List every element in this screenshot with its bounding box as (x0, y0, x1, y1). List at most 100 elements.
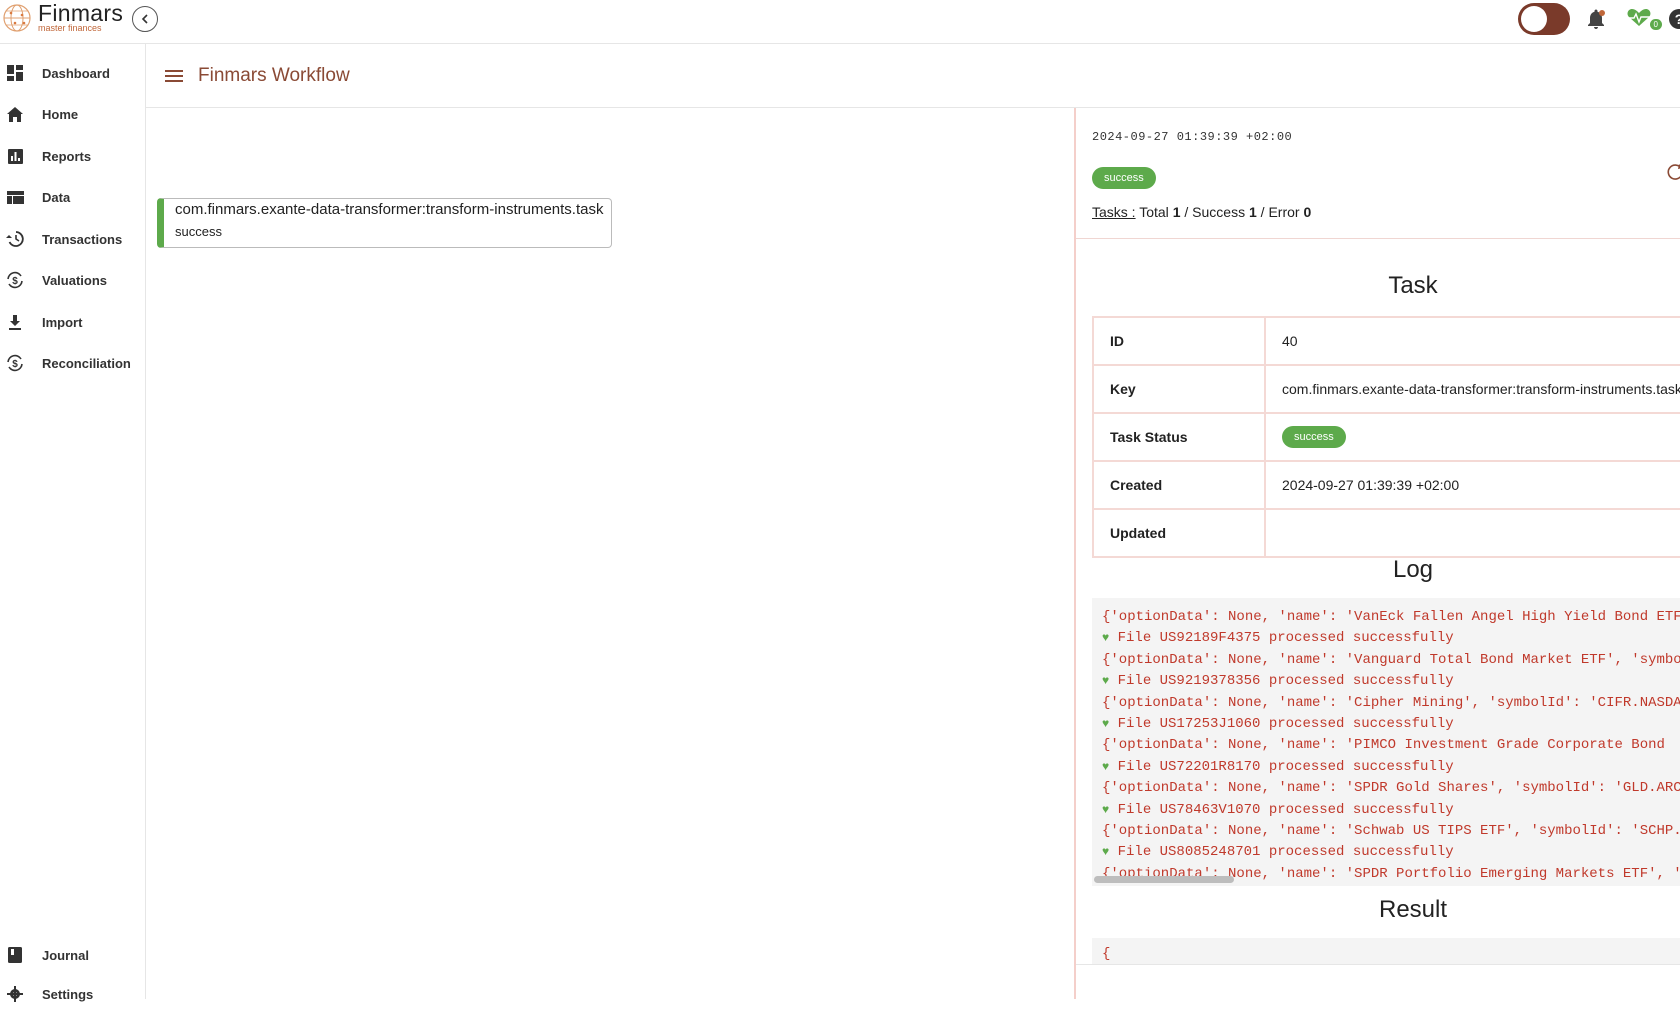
log-line-text: File US72201R8170 processed successfully (1117, 758, 1454, 775)
task-details-table: ID 40 Key com.finmars.exante-data-transf… (1092, 316, 1680, 558)
field-label: Task Status (1092, 412, 1266, 462)
log-line: ♥ File US8085248701 processed successful… (1102, 842, 1680, 863)
green-heart-icon: ♥ (1102, 845, 1110, 860)
log-line: {'optionData': None, 'name': 'PIMCO Inve… (1102, 737, 1665, 754)
workflow-task-node[interactable]: com.finmars.exante-data-transformer:tran… (157, 198, 612, 248)
toggle-knob (1521, 6, 1547, 32)
sidebar-item-label: Transactions (42, 231, 123, 247)
table-row: Created 2024-09-27 01:39:39 +02:00 (1092, 460, 1680, 510)
field-label: Updated (1092, 508, 1266, 558)
sidebar-item-label: Settings (42, 986, 94, 1002)
log-line: ♥ File US78463V1070 processed successful… (1102, 800, 1680, 821)
svg-text:$: $ (12, 276, 18, 287)
green-heart-icon: ♥ (1102, 717, 1110, 732)
svg-text:$: $ (12, 359, 18, 370)
sidebar-item-import[interactable]: Import (0, 304, 145, 340)
sidebar-item-reports[interactable]: Reports (0, 138, 145, 174)
result-line: { (1102, 946, 1111, 962)
sidebar-item-journal[interactable]: Journal (0, 937, 145, 973)
field-label: Created (1092, 460, 1266, 510)
table-row: Task Status success (1092, 412, 1680, 462)
log-line: {'optionData': None, 'name': 'SPDR Gold … (1102, 780, 1680, 797)
dashboard-icon (5, 63, 25, 83)
globe-logo-icon (3, 4, 31, 32)
sidebar-item-label: Valuations (42, 272, 108, 288)
theme-toggle[interactable] (1518, 3, 1570, 35)
log-line: ♥ File US92189F4375 processed successful… (1102, 628, 1680, 649)
sidebar-item-dashboard[interactable]: Dashboard (0, 55, 145, 91)
sidebar-item-home[interactable]: Home (0, 96, 145, 132)
history-icon (5, 229, 25, 249)
task-section-title: Task (1388, 272, 1438, 299)
workflow-date: 2024-09-27 01:39:39 +02:00 (1092, 130, 1293, 144)
result-output[interactable]: { (1092, 938, 1680, 964)
hamburger-menu-icon[interactable] (162, 64, 186, 88)
sidebar-item-label: Data (42, 189, 71, 205)
gear-icon (5, 984, 25, 1004)
success-label: Success (1192, 204, 1246, 220)
page-header: Finmars Workflow (146, 44, 1680, 108)
field-value: 40 (1264, 316, 1680, 366)
log-line: ♥ File US72201R8170 processed successful… (1102, 757, 1680, 778)
notifications-bell-icon[interactable] (1584, 7, 1608, 31)
task-status-badge: success (1282, 426, 1346, 448)
divider (1076, 238, 1680, 239)
sidebar-item-settings[interactable]: Settings (0, 976, 145, 1012)
tasks-summary: Tasks : Total 1 / Success 1 / Error 0 (1092, 204, 1312, 220)
home-icon (5, 104, 25, 124)
error-count: 0 (1303, 204, 1312, 220)
log-line-text: File US78463V1070 processed successfully (1117, 801, 1454, 818)
log-line: {'optionData': None, 'name': 'Schwab US … (1102, 823, 1680, 840)
field-value-cell: success (1264, 412, 1680, 462)
collapse-sidebar-button[interactable] (132, 6, 158, 32)
task-node-status: success (175, 224, 222, 239)
app-name: Finmars (38, 0, 124, 26)
table-row: Updated (1092, 508, 1680, 558)
log-line-text: File US92189F4375 processed successfully (1117, 630, 1454, 647)
sidebar-item-data[interactable]: Data (0, 179, 145, 215)
green-heart-icon: ♥ (1102, 759, 1110, 774)
logo[interactable]: Finmars master finances (2, 1, 123, 33)
refresh-icon[interactable] (1666, 162, 1680, 182)
data-icon (5, 187, 25, 207)
sidebar-item-label: Import (42, 314, 83, 330)
log-line: ♥ File US9219378356 processed successful… (1102, 671, 1680, 692)
reports-icon (5, 146, 25, 166)
heartbeat-icon (1627, 9, 1651, 26)
log-line: {'optionData': None, 'name': 'Vanguard T… (1102, 651, 1680, 668)
workflow-detail-panel: 2024-09-27 01:39:39 +02:00 success Tasks… (1074, 108, 1680, 999)
log-line: {'optionData': None, 'name': 'Cipher Min… (1102, 694, 1680, 711)
page-title: Finmars Workflow (198, 64, 350, 86)
error-label: Error (1268, 204, 1300, 220)
green-heart-icon: ♥ (1102, 674, 1110, 689)
sidebar-item-reconciliation[interactable]: $ Reconciliation (0, 345, 145, 381)
valuation-icon: $ (5, 270, 25, 290)
success-count: 1 (1248, 204, 1257, 220)
field-value: com.finmars.exante-data-transformer:tran… (1264, 364, 1680, 414)
horizontal-scrollbar[interactable] (1094, 876, 1234, 883)
table-row: Key com.finmars.exante-data-transformer:… (1092, 364, 1680, 414)
field-value: 2024-09-27 01:39:39 +02:00 (1264, 460, 1680, 510)
sidebar-item-valuations[interactable]: $ Valuations (0, 262, 145, 298)
sidebar-item-label: Home (42, 106, 79, 122)
log-section-title: Log (1392, 556, 1434, 583)
workflow-canvas[interactable]: com.finmars.exante-data-transformer:tran… (146, 108, 1074, 999)
top-bar: Finmars master finances 0 ? (0, 0, 1680, 44)
field-label: Key (1092, 364, 1266, 414)
log-output[interactable]: {'optionData': None, 'name': 'VanEck Fal… (1092, 598, 1680, 886)
sidebar-item-label: Reports (42, 148, 92, 164)
help-icon[interactable]: ? (1668, 8, 1680, 30)
result-section-title: Result (1378, 896, 1448, 923)
tasks-link[interactable]: Tasks : (1092, 204, 1136, 220)
workflow-status-badge: success (1092, 167, 1156, 189)
log-line-text: File US9219378356 processed successfully (1117, 673, 1454, 690)
chevron-left-icon (141, 14, 148, 24)
field-label: ID (1092, 316, 1266, 366)
health-status[interactable]: 0 (1626, 8, 1662, 30)
log-line-text: File US17253J1060 processed successfully (1117, 716, 1454, 733)
sidebar-item-transactions[interactable]: Transactions (0, 221, 145, 257)
log-line-text: File US8085248701 processed successfully (1117, 844, 1454, 861)
book-icon (5, 945, 25, 965)
divider (1076, 964, 1680, 965)
sidebar-item-label: Dashboard (42, 65, 110, 81)
